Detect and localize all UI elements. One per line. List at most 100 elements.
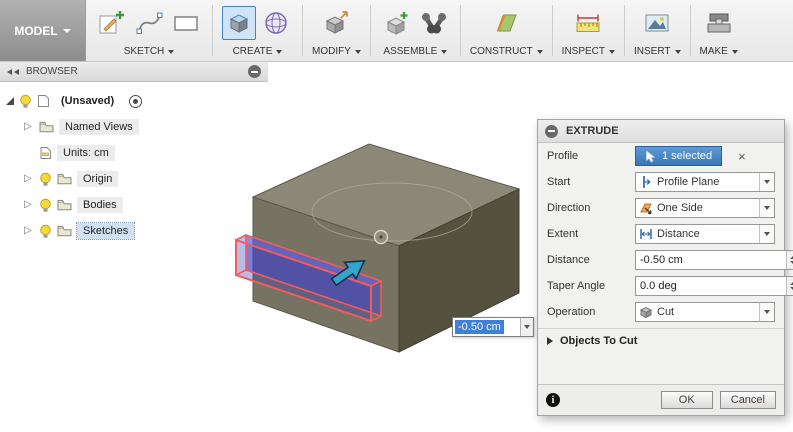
toolbar-group-inspect: INSPECT	[553, 0, 624, 61]
taper-angle-label: Taper Angle	[547, 280, 606, 292]
cancel-button[interactable]: Cancel	[719, 391, 776, 409]
expander-collapsed-icon[interactable]: ▷	[24, 174, 34, 184]
assemble-menu[interactable]: ASSEMBLE	[383, 46, 448, 57]
chevron-down-icon	[62, 28, 71, 33]
tree-row-named-views[interactable]: ▷ Named Views	[0, 114, 268, 140]
construct-plane-button[interactable]	[489, 6, 523, 40]
browser-title: BROWSER	[26, 66, 78, 77]
create-sketch-button[interactable]	[95, 6, 129, 40]
spline-icon	[136, 12, 163, 34]
operation-label: Operation	[547, 306, 596, 318]
collapse-dialog-icon[interactable]	[545, 124, 558, 138]
distance-spinner[interactable]	[786, 251, 793, 269]
toolbar-group-insert: INSERT	[625, 0, 690, 61]
dimension-value[interactable]: -0.50 cm	[455, 320, 504, 334]
units-document-icon	[40, 147, 51, 159]
start-value: Profile Plane	[657, 176, 720, 188]
new-component-button[interactable]	[380, 6, 414, 40]
chevron-down-icon	[441, 49, 448, 54]
direction-select[interactable]: One Side	[635, 198, 775, 218]
collapse-panel-icon[interactable]	[7, 68, 19, 75]
insert-menu[interactable]: INSERT	[634, 46, 681, 57]
row-start: Start Profile Plane	[538, 169, 784, 195]
chevron-down-icon	[536, 49, 543, 54]
dialog-titlebar[interactable]: EXTRUDE	[538, 120, 784, 143]
spline-button[interactable]	[132, 6, 166, 40]
make-menu[interactable]: MAKE	[700, 46, 738, 57]
chevron-down-icon[interactable]	[759, 173, 774, 191]
profile-count: 1 selected	[662, 150, 713, 162]
new-component-icon	[386, 12, 408, 35]
activate-component-radio[interactable]	[129, 94, 143, 108]
press-pull-button[interactable]	[319, 6, 353, 40]
chevron-down-icon[interactable]	[759, 303, 774, 321]
rectangle-button[interactable]	[169, 6, 203, 40]
dimension-input[interactable]: -0.50 cm	[452, 317, 534, 337]
ok-button[interactable]: OK	[660, 391, 713, 409]
inspect-menu[interactable]: INSPECT	[562, 46, 616, 57]
profile-label: Profile	[547, 150, 579, 162]
tree-row-sketches[interactable]: ▷ Sketches	[0, 218, 268, 244]
tree-row-root[interactable]: (Unsaved)	[0, 88, 268, 114]
hole-center-point[interactable]	[379, 235, 383, 239]
expander-expanded-icon[interactable]	[6, 97, 14, 105]
chevron-down-icon[interactable]	[759, 199, 774, 217]
row-profile: Profile 1 selected ×	[538, 143, 784, 169]
document-icon	[38, 95, 49, 107]
joint-button[interactable]	[417, 6, 451, 40]
chevron-down-icon	[731, 49, 738, 54]
chevron-down-icon	[168, 49, 175, 54]
workspace-switcher[interactable]: MODEL	[0, 0, 86, 61]
dimension-dropdown-icon[interactable]	[520, 318, 533, 336]
create-sketch-icon	[99, 11, 124, 34]
close-browser-icon[interactable]	[248, 65, 261, 78]
toolbar-group-make: MAKE	[691, 0, 747, 61]
taper-angle-field	[635, 276, 793, 296]
dialog-title: EXTRUDE	[566, 125, 619, 137]
tree-row-units[interactable]: Units: cm	[0, 140, 268, 166]
distance-input[interactable]	[636, 254, 786, 266]
profile-plane-icon	[643, 176, 651, 188]
construction-plane-icon	[497, 14, 518, 32]
taper-angle-spinner[interactable]	[786, 277, 793, 295]
create-form-button[interactable]	[259, 6, 293, 40]
operation-select[interactable]: Cut	[635, 302, 775, 322]
expander-collapsed-icon[interactable]: ▷	[24, 122, 34, 132]
clear-selection-icon[interactable]: ×	[738, 150, 746, 163]
lightbulb-icon[interactable]	[39, 224, 52, 239]
tree-row-bodies[interactable]: ▷ Bodies	[0, 192, 268, 218]
extrude-button[interactable]	[222, 6, 256, 40]
lightbulb-icon[interactable]	[39, 198, 52, 213]
info-icon[interactable]: i	[546, 393, 560, 407]
tree-item-label[interactable]: Named Views	[59, 119, 139, 135]
sketch-menu[interactable]: SKETCH	[124, 46, 175, 57]
folder-icon	[57, 199, 72, 211]
tree-row-origin[interactable]: ▷ Origin	[0, 166, 268, 192]
start-label: Start	[547, 176, 571, 188]
taper-angle-input[interactable]	[636, 280, 786, 292]
tree-item-label[interactable]: Origin	[77, 171, 119, 187]
root-component-label[interactable]: (Unsaved)	[55, 93, 120, 109]
construct-menu[interactable]: CONSTRUCT	[470, 46, 543, 57]
tree-item-label[interactable]: Bodies	[77, 197, 123, 213]
extrude-icon	[229, 14, 249, 33]
row-operation: Operation Cut	[538, 299, 784, 325]
extent-select[interactable]: Distance	[635, 224, 775, 244]
3d-print-button[interactable]	[702, 6, 736, 40]
objects-to-cut-section[interactable]: Objects To Cut	[538, 328, 784, 353]
tree-item-label[interactable]: Units: cm	[57, 145, 115, 161]
create-menu[interactable]: CREATE	[233, 46, 283, 57]
start-select[interactable]: Profile Plane	[635, 172, 775, 192]
expander-collapsed-icon[interactable]: ▷	[24, 200, 34, 210]
tree-item-label[interactable]: Sketches	[75, 222, 136, 240]
profile-selection-button[interactable]: 1 selected	[635, 146, 723, 166]
measure-icon	[576, 14, 600, 32]
lightbulb-icon[interactable]	[39, 172, 52, 187]
measure-button[interactable]	[571, 6, 605, 40]
expander-collapsed-icon[interactable]: ▷	[24, 226, 34, 236]
objects-to-cut-label: Objects To Cut	[560, 335, 638, 347]
modify-menu[interactable]: MODIFY	[312, 46, 361, 57]
chevron-down-icon[interactable]	[759, 225, 774, 243]
insert-image-button[interactable]	[640, 6, 674, 40]
lightbulb-icon[interactable]	[19, 94, 32, 109]
